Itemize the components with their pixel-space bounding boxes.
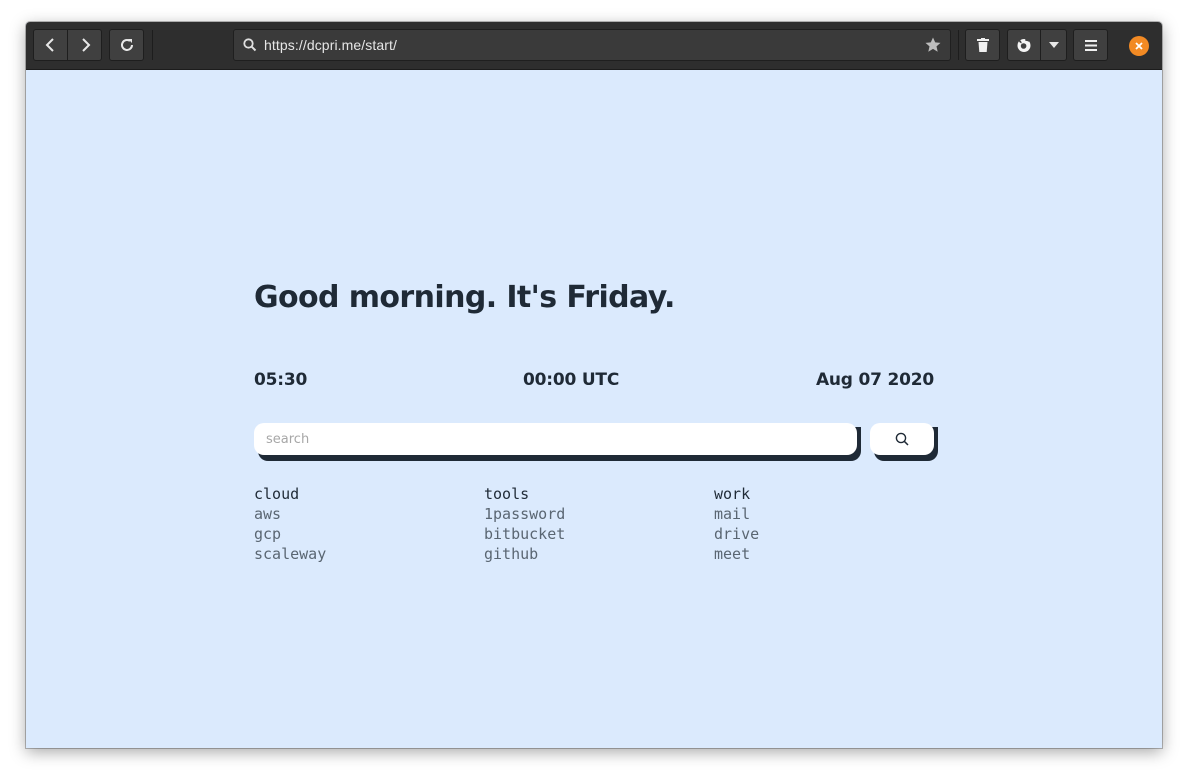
link-group-work: work mail drive meet (714, 484, 759, 564)
local-time: 05:30 (254, 370, 308, 390)
link-group-tools: tools 1password bitbucket github (484, 484, 565, 564)
link-drive[interactable]: drive (714, 524, 759, 544)
back-button[interactable] (33, 29, 68, 61)
firefox-icon (1017, 38, 1031, 52)
reload-icon (120, 39, 133, 51)
link-github[interactable]: github (484, 544, 565, 564)
link-group-heading: tools (484, 485, 530, 503)
link-group-cloud: cloud aws gcp scaleway (254, 484, 326, 564)
link-1password[interactable]: 1password (484, 504, 565, 524)
browser-window: https://dcpri.me/start/ Good morning. It… (26, 22, 1162, 748)
browser-toolbar: https://dcpri.me/start/ (26, 22, 1162, 70)
trash-icon (976, 38, 989, 52)
reload-button[interactable] (109, 29, 144, 61)
toolbar-divider (958, 30, 959, 60)
url-bar[interactable]: https://dcpri.me/start/ (233, 29, 951, 61)
utc-time: 00:00 UTC (523, 370, 620, 390)
link-meet[interactable]: meet (714, 544, 759, 564)
search-button[interactable] (870, 423, 934, 455)
firefox-button[interactable] (1007, 29, 1041, 61)
link-group-heading: cloud (254, 485, 300, 503)
toolbar-divider (152, 30, 153, 60)
link-aws[interactable]: aws (254, 504, 326, 524)
url-text: https://dcpri.me/start/ (264, 37, 398, 53)
link-group-heading: work (714, 485, 751, 503)
close-window-button[interactable] (1129, 36, 1149, 56)
start-page: Good morning. It's Friday. 05:30 00:00 U… (26, 70, 1162, 748)
link-bitbucket[interactable]: bitbucket (484, 524, 565, 544)
current-date: Aug 07 2020 (815, 370, 934, 390)
chevron-left-icon (45, 38, 54, 52)
forward-button[interactable] (67, 29, 102, 61)
search-icon (243, 38, 257, 52)
menu-button[interactable] (1073, 29, 1108, 61)
firefox-dropdown-button[interactable] (1040, 29, 1067, 61)
star-icon[interactable] (924, 36, 942, 54)
hamburger-menu-icon (1084, 39, 1097, 51)
greeting-heading: Good morning. It's Friday. (254, 280, 675, 315)
chevron-right-icon (81, 38, 90, 52)
caret-down-icon (1048, 42, 1059, 48)
trash-button[interactable] (965, 29, 1000, 61)
link-gcp[interactable]: gcp (254, 524, 326, 544)
link-scaleway[interactable]: scaleway (254, 544, 326, 564)
search-icon (895, 432, 909, 446)
link-mail[interactable]: mail (714, 504, 759, 524)
close-icon (1135, 42, 1143, 50)
search-input[interactable] (254, 423, 857, 455)
